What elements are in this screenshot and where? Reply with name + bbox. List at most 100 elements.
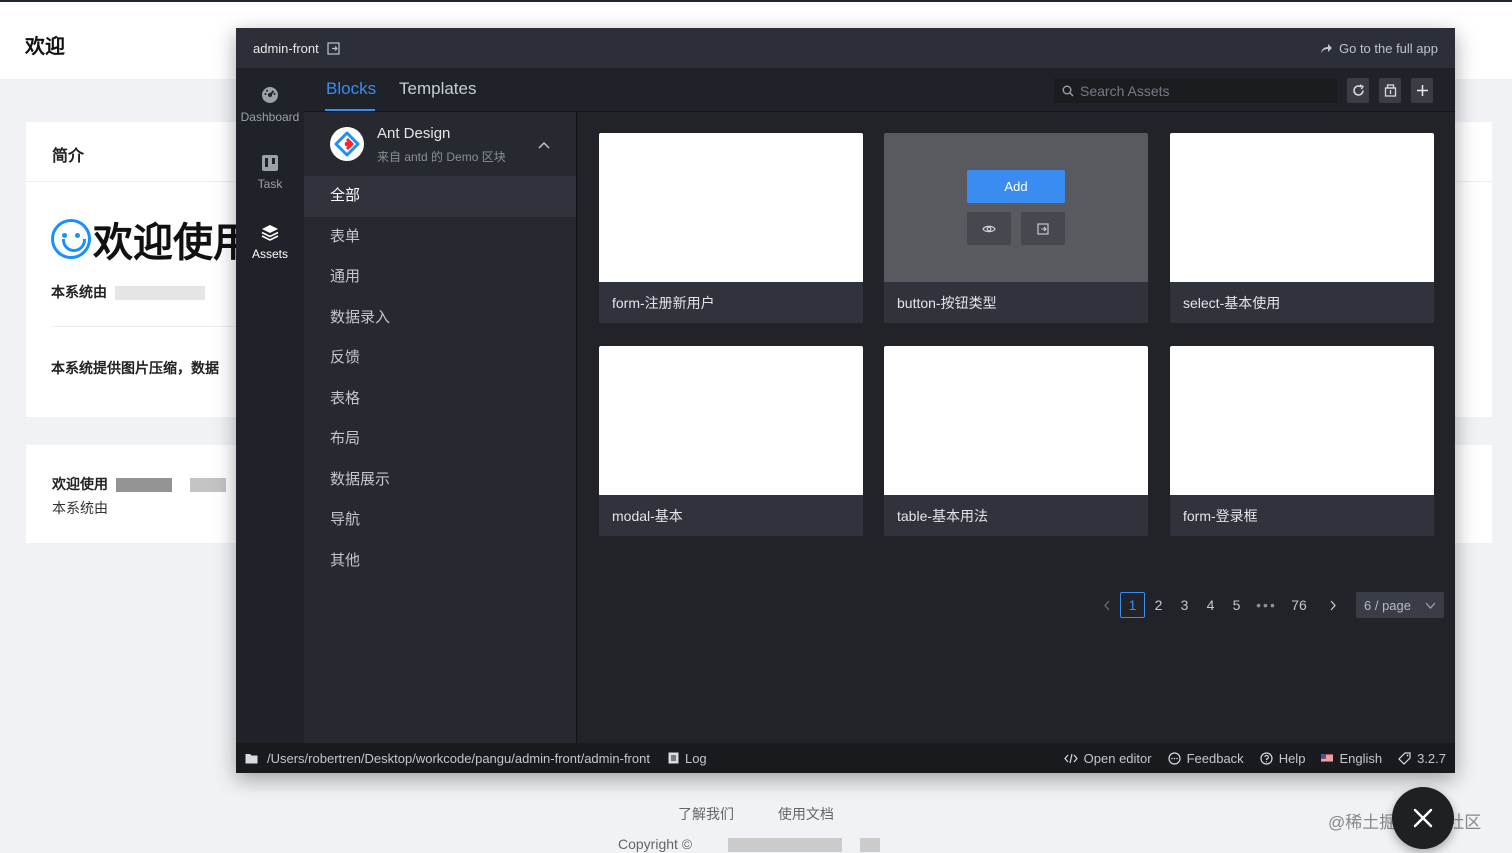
question-icon: [1260, 751, 1273, 765]
library-subtitle: 来自 antd 的 Demo 区块: [377, 150, 506, 164]
close-panel-button[interactable]: [1392, 787, 1454, 849]
block-preview: [884, 346, 1148, 495]
package-icon: [1384, 84, 1396, 97]
copyright-text: Copyright ©: [618, 836, 693, 852]
block-card[interactable]: select-基本使用: [1170, 133, 1434, 323]
share-arrow-icon: [1320, 43, 1332, 53]
dashboard-icon: [262, 87, 278, 103]
status-bar-right: Open editor Feedback Help English 3.2.7: [1048, 751, 1446, 766]
prev-page-button[interactable]: [1094, 592, 1119, 618]
project-path-text: /Users/robertren/Desktop/workcode/pangu/…: [267, 750, 650, 766]
next-page-button[interactable]: [1320, 592, 1345, 618]
add-asset-button[interactable]: [1411, 78, 1433, 103]
chevron-right-icon: [1330, 600, 1336, 610]
blurred-text: [190, 478, 226, 493]
blurred-text: [115, 286, 205, 301]
page-2[interactable]: 2: [1146, 592, 1171, 618]
chevron-down-icon: [1425, 602, 1436, 609]
page-ellipsis[interactable]: •••: [1254, 592, 1279, 618]
open-block-button[interactable]: [1021, 212, 1065, 245]
sidebar-item-dashboard[interactable]: Dashboard: [236, 86, 304, 124]
sidebar-item-label: Dashboard: [240, 110, 300, 124]
chevron-left-icon: [1103, 600, 1109, 610]
category-data-display[interactable]: 数据展示: [304, 460, 576, 501]
feedback-button[interactable]: Feedback: [1167, 751, 1244, 766]
intro-description-1: 本系统由: [51, 282, 205, 302]
folder-icon: [245, 753, 258, 763]
sidebar-item-task[interactable]: Task: [236, 155, 304, 191]
open-external-icon: [1037, 222, 1049, 235]
welcome-heading-text: 欢迎使用: [93, 221, 253, 265]
add-block-button[interactable]: Add: [967, 170, 1065, 203]
category-all[interactable]: 全部: [304, 176, 576, 217]
library-name: Ant Design: [377, 125, 451, 142]
tab-blocks[interactable]: Blocks: [326, 79, 376, 99]
preview-button[interactable]: [967, 212, 1011, 245]
category-feedback[interactable]: 反馈: [304, 338, 576, 379]
page-size-select[interactable]: 6 / page: [1356, 592, 1444, 618]
log-button[interactable]: Log: [668, 751, 707, 766]
help-button[interactable]: Help: [1260, 751, 1305, 766]
page-3[interactable]: 3: [1172, 592, 1197, 618]
welcome-heading: 欢迎使用: [51, 210, 253, 268]
blocks-grid: form-注册新用户 Add button-按钮类型 select-基本使用 m…: [578, 112, 1455, 743]
close-icon: [1413, 808, 1433, 828]
block-card[interactable]: modal-基本: [599, 346, 863, 536]
category-general[interactable]: 通用: [304, 257, 576, 298]
page-1[interactable]: 1: [1120, 592, 1145, 618]
asset-panel: admin-front Go to the full app Dashboard…: [236, 28, 1455, 773]
block-preview: [599, 346, 863, 495]
welcome-card-line-1-text: 欢迎使用: [52, 476, 108, 492]
us-flag-icon: [1321, 754, 1334, 762]
block-card[interactable]: Add button-按钮类型: [884, 133, 1148, 323]
chevron-up-icon[interactable]: [538, 136, 550, 154]
category-other[interactable]: 其他: [304, 541, 576, 582]
log-label: Log: [684, 750, 707, 766]
footer-link-about[interactable]: 了解我们: [678, 806, 734, 822]
open-editor-button[interactable]: Open editor: [1063, 750, 1152, 766]
block-title: table-基本用法: [897, 508, 989, 524]
category-layout[interactable]: 布局: [304, 419, 576, 460]
category-data-entry[interactable]: 数据录入: [304, 298, 576, 339]
open-external-icon[interactable]: [327, 41, 340, 55]
block-preview-hover: Add: [884, 133, 1148, 282]
language-switcher[interactable]: English: [1321, 751, 1382, 766]
project-name[interactable]: admin-front: [253, 41, 319, 56]
search-box: [1054, 78, 1337, 103]
page-size-label: 6 / page: [1364, 597, 1411, 613]
sidebar-item-assets[interactable]: Assets: [236, 224, 304, 261]
category-navigation[interactable]: 导航: [304, 500, 576, 541]
active-tab-indicator: [325, 109, 375, 111]
tab-templates[interactable]: Templates: [399, 79, 476, 99]
page-5[interactable]: 5: [1224, 592, 1249, 618]
block-card[interactable]: form-登录框: [1170, 346, 1434, 536]
refresh-button[interactable]: [1347, 78, 1369, 103]
package-button[interactable]: [1379, 78, 1401, 103]
welcome-card-line-2: 本系统由: [52, 500, 108, 516]
category-table[interactable]: 表格: [304, 379, 576, 420]
go-full-app-link[interactable]: Go to the full app: [1320, 41, 1438, 56]
intro-description-2: 本系统提供图片压缩，数据: [51, 360, 219, 376]
block-card[interactable]: table-基本用法: [884, 346, 1148, 536]
version-badge[interactable]: 3.2.7: [1398, 751, 1446, 766]
intro-description-1-text: 本系统由: [51, 284, 107, 300]
page-last[interactable]: 76: [1283, 592, 1315, 618]
library-header[interactable]: Ant Design 来自 antd 的 Demo 区块: [304, 112, 576, 176]
block-title: form-登录框: [1183, 508, 1258, 524]
ant-design-logo-icon: [330, 127, 364, 161]
search-input[interactable]: [1080, 82, 1330, 99]
page-4[interactable]: 4: [1198, 592, 1223, 618]
category-form[interactable]: 表单: [304, 217, 576, 258]
open-editor-label: Open editor: [1083, 750, 1152, 766]
project-path[interactable]: /Users/robertren/Desktop/workcode/pangu/…: [245, 751, 650, 766]
block-title: button-按钮类型: [897, 295, 997, 311]
block-card[interactable]: form-注册新用户: [599, 133, 863, 323]
category-list: 全部 表单 通用 数据录入 反馈 表格 布局 数据展示 导航 其他: [304, 176, 576, 581]
message-icon: [1167, 751, 1181, 765]
welcome-card-line-1: 欢迎使用: [52, 474, 226, 494]
footer-link-docs[interactable]: 使用文档: [778, 806, 834, 822]
blurred-text: [116, 478, 172, 493]
code-icon: [1063, 753, 1078, 763]
category-panel: Ant Design 来自 antd 的 Demo 区块 全部 表单 通用 数据…: [304, 112, 577, 743]
sidebar-item-label: Assets: [251, 247, 288, 261]
